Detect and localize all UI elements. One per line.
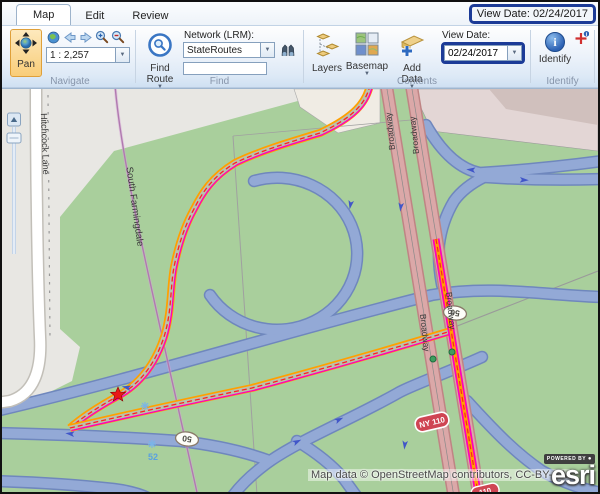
globe-icon [47,31,60,44]
previous-extent-button[interactable] [62,30,77,44]
pan-button[interactable]: Pan [10,29,42,77]
add-data-button[interactable]: Add Data ▼ [389,29,435,75]
view-date-input[interactable] [444,45,508,61]
network-select[interactable] [183,42,261,58]
find-group-label: Find [137,76,302,87]
scale-dropdown-arrow[interactable]: ▼ [116,47,130,63]
esri-wordmark: esri [544,462,595,489]
ribbon-divider [135,30,136,83]
esri-logo: POWERED BY ● esri [544,448,595,489]
tab-review[interactable]: Review [118,6,182,25]
layers-label: Layers [312,63,342,74]
junction-marker [449,349,455,355]
add-data-icon [399,32,425,61]
map-attribution: Map data © OpenStreetMap contributors, C… [308,469,570,481]
tab-map[interactable]: Map [16,4,71,25]
junction-marker [430,356,436,362]
identify-route-location-button[interactable]: i [574,31,589,45]
back-arrow-icon [63,31,77,44]
basemap-button[interactable]: Basemap ▼ [345,29,389,75]
identify-group-label: Identify [532,76,593,87]
ribbon-tab-bar: Map Edit Review View Date: 02/24/2017 [2,2,598,26]
find-route-button[interactable]: Find Route ▼ [141,29,179,75]
ribbon-divider [530,30,531,83]
binoculars-button[interactable] [278,42,298,59]
network-dropdown-arrow[interactable]: ▼ [261,42,275,58]
view-date-highlight-box: ▼ [441,42,525,64]
group-navigate: Pan [6,28,134,87]
crosshair-info-icon: i [574,30,589,46]
forward-arrow-icon [79,31,93,44]
next-extent-button[interactable] [78,30,93,44]
contents-group-label: Contents [305,76,529,87]
identify-button-label: Identify [539,54,571,65]
app-window: Map Edit Review View Date: 02/24/2017 [0,0,600,494]
network-lrm-label: Network (LRM): [184,30,298,41]
find-route-icon [147,32,173,61]
ribbon-divider [303,30,304,83]
scale-input[interactable] [46,47,116,63]
pan-button-label: Pan [17,59,35,70]
measure-label: 52 [148,452,158,462]
view-date-label: View Date: [442,30,525,41]
binoculars-icon [280,43,296,58]
ribbon: Pan [2,26,598,88]
full-extent-button[interactable] [46,30,61,44]
find-route-search-input[interactable] [183,62,267,75]
zoom-out-button[interactable] [110,30,125,44]
layers-button[interactable]: Layers [309,29,345,75]
navigate-group-label: Navigate [6,76,134,87]
view-date-dropdown-arrow[interactable]: ▼ [508,45,522,61]
map-graphics: 52 50 50 NY 110 [2,89,598,492]
zoom-out-icon [111,30,125,44]
svg-text:50: 50 [181,433,192,444]
tab-edit[interactable]: Edit [71,6,118,25]
zoom-in-icon [95,30,109,44]
map-canvas[interactable]: 52 50 50 NY 110 [2,88,598,492]
basemap-icon [355,32,379,59]
pan-icon [15,32,37,57]
ribbon-divider [594,30,595,83]
group-find: Find Route ▼ Network (LRM): ▼ [137,28,302,87]
group-identify: i Identify i Identify [532,28,593,87]
group-contents: Layers Basemap ▼ [305,28,529,87]
view-date-status-badge: View Date: 02/24/2017 [469,4,596,24]
identify-icon: i [545,32,565,52]
zoom-in-button[interactable] [94,30,109,44]
layers-icon [314,32,340,61]
identify-button[interactable]: i Identify [536,29,574,75]
